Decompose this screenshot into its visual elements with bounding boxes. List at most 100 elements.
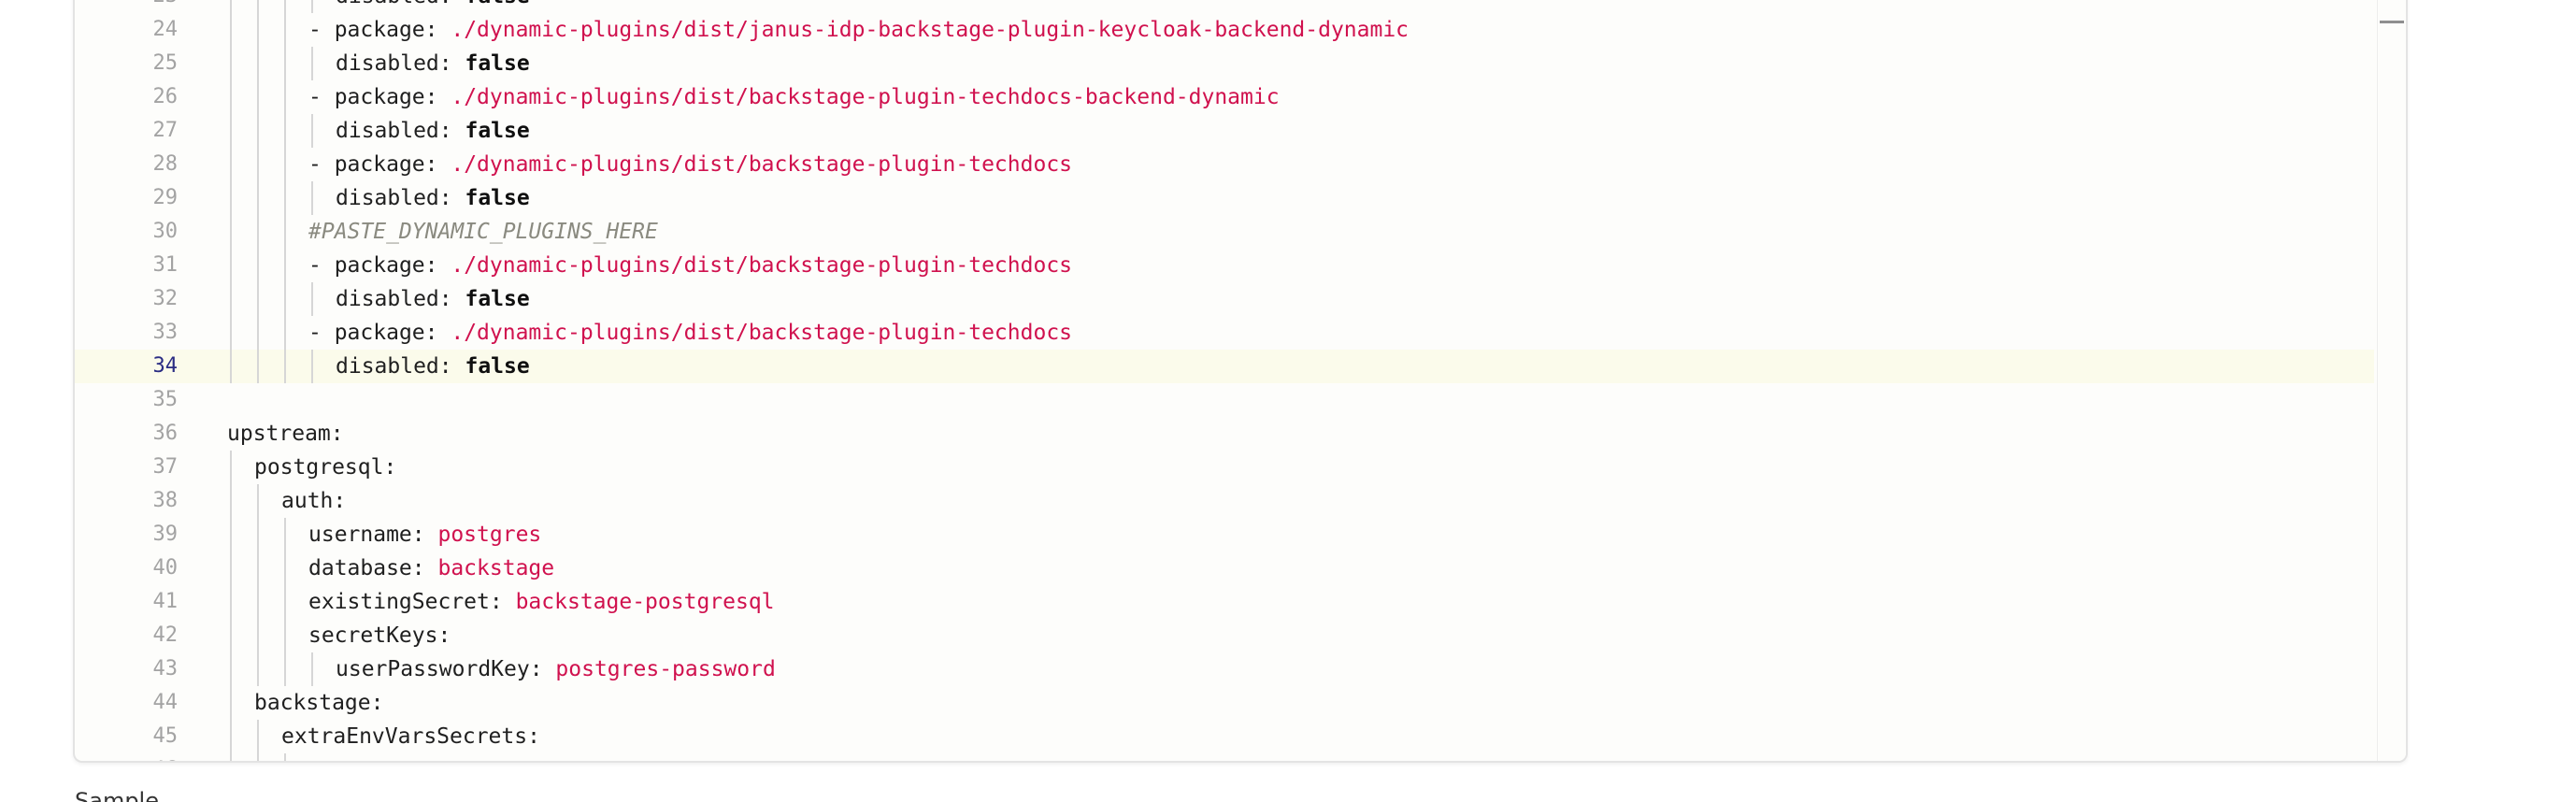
indent-guide — [284, 282, 286, 316]
token-key: userPasswordKey — [336, 657, 530, 681]
line-number: 31 — [152, 253, 179, 277]
code-line[interactable]: 26 - package: ./dynamic-plugins/dist/back… — [75, 80, 2374, 114]
token-punc: : — [438, 186, 465, 210]
indent-guide — [311, 181, 313, 215]
token-str: backstage — [437, 556, 555, 580]
code-line[interactable]: 32 disabled: false — [75, 282, 2374, 316]
indent-guide — [230, 551, 232, 585]
indent-guide — [230, 686, 232, 720]
indent-guide — [284, 47, 286, 80]
indent-guide — [230, 80, 232, 114]
indent-guide — [284, 114, 286, 148]
code-line[interactable]: 24 - package: ./dynamic-plugins/dist/janu… — [75, 13, 2374, 47]
code-text: disabled: false — [336, 282, 530, 316]
code-text: backstage: — [254, 686, 383, 720]
code-text: secretKeys: — [308, 619, 451, 652]
token-punc: : — [438, 119, 465, 143]
token-key: disabled — [336, 0, 439, 8]
token-punc: - — [308, 85, 335, 109]
token-key: existingSecret — [308, 590, 490, 614]
indent-guide — [230, 181, 232, 215]
code-line[interactable]: 46 — [75, 753, 2374, 761]
code-line[interactable]: 35 — [75, 383, 2374, 417]
token-str: ./dynamic-plugins/dist/janus-idp-backsta… — [451, 18, 1410, 42]
scrollbar-thumb[interactable] — [2380, 21, 2404, 23]
token-punc: : — [370, 691, 384, 715]
indent-guide — [230, 518, 232, 551]
indent-guide — [257, 585, 259, 619]
code-line[interactable]: 42 secretKeys: — [75, 619, 2374, 652]
indent-guide — [257, 484, 259, 518]
code-line[interactable]: 25 disabled: false — [75, 47, 2374, 80]
indent-guide — [284, 652, 286, 686]
code-line[interactable]: 37 postgresql: — [75, 451, 2374, 484]
code-text: disabled: false — [336, 114, 530, 148]
token-key: secretKeys — [308, 623, 438, 648]
indent-guide — [284, 13, 286, 47]
line-number: 24 — [152, 18, 179, 41]
indent-guide — [257, 753, 259, 761]
token-key: database — [308, 556, 412, 580]
code-line[interactable]: 30 #PASTE_DYNAMIC_PLUGINS_HERE — [75, 215, 2374, 249]
code-line[interactable]: 44 backstage: — [75, 686, 2374, 720]
code-line[interactable]: 31 - package: ./dynamic-plugins/dist/back… — [75, 249, 2374, 282]
token-str: ./dynamic-plugins/dist/backstage-plugin-… — [451, 85, 1280, 109]
code-line[interactable]: 40 database: backstage — [75, 551, 2374, 585]
code-line[interactable]: 28 - package: ./dynamic-plugins/dist/back… — [75, 148, 2374, 181]
token-str: ./dynamic-plugins/dist/backstage-plugin-… — [451, 152, 1073, 177]
indent-guide — [311, 114, 313, 148]
indent-guide — [257, 47, 259, 80]
indent-guide — [257, 181, 259, 215]
indent-guide — [284, 551, 286, 585]
token-comment: #PASTE_DYNAMIC_PLUGINS_HERE — [308, 220, 658, 244]
token-str: postgres-password — [555, 657, 776, 681]
code-text: - package: ./dynamic-plugins/dist/backst… — [308, 80, 1280, 114]
code-editor[interactable]: 23 disabled: false 24 - package: ./dynamic-… — [73, 0, 2408, 763]
indent-guide — [311, 0, 313, 13]
code-line[interactable]: 27 disabled: false — [75, 114, 2374, 148]
code-line[interactable]: 39 username: postgres — [75, 518, 2374, 551]
line-number: 28 — [152, 152, 179, 176]
line-number: 41 — [152, 590, 179, 613]
code-line[interactable]: 38 auth: — [75, 484, 2374, 518]
token-punc: : — [333, 489, 347, 513]
indent-guide — [284, 0, 286, 13]
code-line[interactable]: 43 userPasswordKey: postgres-password — [75, 652, 2374, 686]
token-punc: : — [438, 287, 465, 311]
code-line[interactable]: 45 extraEnvVarsSecrets: — [75, 720, 2374, 753]
vertical-scrollbar[interactable] — [2377, 0, 2406, 761]
code-text: database: backstage — [308, 551, 554, 585]
token-punc: : — [439, 0, 465, 8]
line-number: 33 — [152, 321, 179, 344]
token-punc: : — [527, 724, 540, 749]
line-number: 25 — [152, 51, 179, 75]
code-text: existingSecret: backstage-postgresql — [308, 585, 775, 619]
token-punc: : — [424, 18, 451, 42]
code-line[interactable]: 33 - package: ./dynamic-plugins/dist/back… — [75, 316, 2374, 350]
below-editor-text: Sample — [75, 788, 159, 802]
code-text: disabled: false — [336, 47, 530, 80]
line-number: 29 — [152, 186, 179, 209]
code-line[interactable]: 23 disabled: false — [75, 0, 2374, 13]
code-line[interactable]: 29 disabled: false — [75, 181, 2374, 215]
code-text: upstream: — [227, 417, 344, 451]
line-number: 40 — [152, 556, 179, 580]
line-number: 46 — [75, 753, 179, 761]
code-text: disabled: false — [336, 0, 530, 13]
code-text: - package: ./dynamic-plugins/dist/janus-… — [308, 13, 1409, 47]
token-punc: : — [489, 590, 516, 614]
indent-guide — [257, 316, 259, 350]
indent-guide — [230, 316, 232, 350]
token-punc: : — [330, 422, 344, 446]
line-number: 45 — [152, 724, 179, 748]
indent-guide — [257, 518, 259, 551]
code-line[interactable]: 34 disabled: false — [75, 350, 2374, 383]
token-key: package — [334, 85, 425, 109]
token-key: backstage — [254, 691, 371, 715]
token-key: extraEnvVarsSecrets — [281, 724, 528, 749]
indent-guide — [257, 652, 259, 686]
line-number: 37 — [152, 455, 179, 479]
code-line[interactable]: 36 upstream: — [75, 417, 2374, 451]
code-line[interactable]: 41 existingSecret: backstage-postgresql — [75, 585, 2374, 619]
code-text: extraEnvVarsSecrets: — [281, 720, 540, 753]
